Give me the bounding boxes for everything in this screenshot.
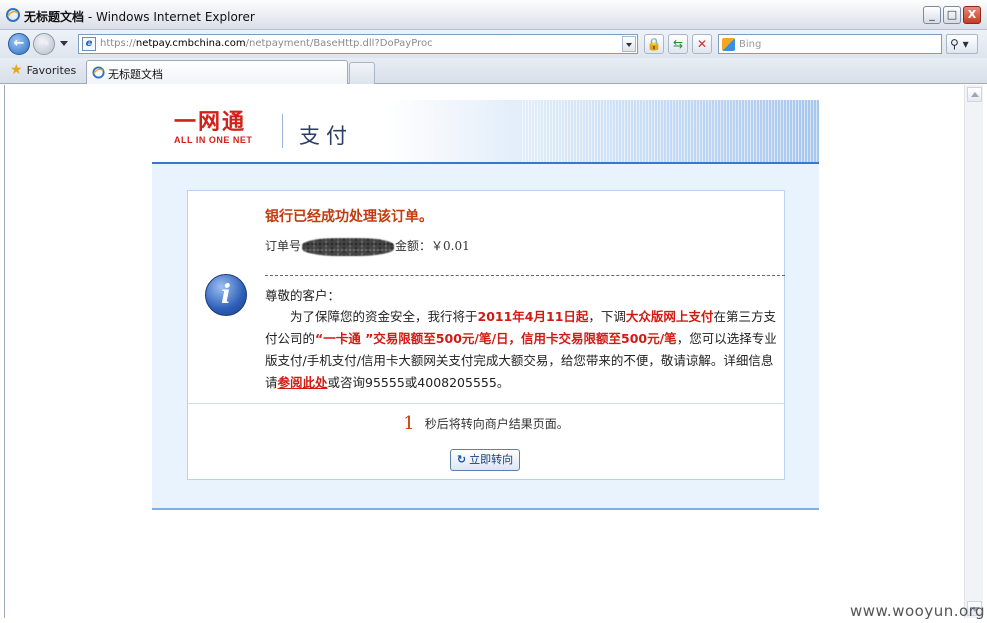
notice-text: 为了保障您的资金安全，我行将于2011年4月11日起，下调大众版网上支付在第三方… [265,306,783,394]
notice-p5: 或咨询95555或4008205555。 [327,375,510,390]
forward-button[interactable]: → [33,33,55,55]
logo-cn: 一网通 [174,110,247,135]
address-bar[interactable]: e https://netpay.cmbchina.com/netpayment… [78,34,638,54]
tab-bar: ★ Favorites 无标题文档 [0,58,987,84]
history-dropdown[interactable] [60,41,68,46]
favorites-button[interactable]: ★ Favorites [10,63,76,77]
tab-label: 无标题文档 [108,68,163,81]
new-tab-button[interactable] [349,62,375,84]
notice-p1: 为了保障您的资金安全，我行将于 [290,309,478,324]
message-box: i 银行已经成功处理该订单。 订单号 金额：￥0.01 尊敬的客户： 为了保障您的… [187,190,785,480]
redirect-now-button[interactable]: ↻ 立即转向 [450,449,520,471]
search-placeholder: Bing [739,39,762,50]
tab-active[interactable]: 无标题文档 [86,60,348,84]
favorites-label: Favorites [26,63,77,77]
navigation-bar: ← → e https://netpay.cmbchina.com/netpay… [0,30,987,58]
window-controls: _ □ X [923,6,981,24]
maximize-button[interactable]: □ [943,6,961,24]
greeting: 尊敬的客户： [265,288,341,303]
close-button[interactable]: X [963,6,981,24]
notice-limits: “一卡通 ”交易限额至500元/笔/日，信用卡交易限额至500元/笔 [315,331,677,346]
notice-p2: ，下调 [588,309,626,324]
all-in-one-net-logo: 一网通 ALL IN ONE NET [174,112,270,146]
stop-icon[interactable]: ✕ [692,34,712,54]
redirect-button-label: 立即转向 [469,453,514,466]
notice-date: 2011年4月11日起 [477,309,589,324]
dashed-divider [265,275,785,276]
window-title-app: - Windows Internet Explorer [84,10,255,24]
redirect-countdown: 1 秒后将转向商户结果页面。 [188,413,784,434]
search-icon: ⚲ ▾ [950,37,969,51]
payment-result-card: 一网通 ALL IN ONE NET 支付 i 银行已经成功处理该订单。 订单号… [152,100,819,510]
back-button[interactable]: ← [8,33,30,55]
star-icon: ★ [10,62,23,78]
bottom-rule [152,508,819,510]
bing-icon [722,38,735,51]
ie-icon [92,66,105,79]
logo-en: ALL IN ONE NET [174,135,253,145]
section-divider [188,403,784,404]
details-link[interactable]: 参阅此处 [278,375,328,390]
window-title: 无标题文档 - Windows Internet Explorer [24,8,255,25]
url-path: /netpayment/BaseHttp.dll?DoPayProc [245,38,433,49]
window-title-bar: 无标题文档 - Windows Internet Explorer _ □ X [0,0,987,30]
watermark: www.wooyun.org [850,602,986,620]
back-arrow-icon: ← [13,36,25,51]
banner-divider [282,114,283,148]
search-button[interactable]: ⚲ ▾ [946,34,978,54]
success-message: 银行已经成功处理该订单。 [265,209,433,225]
window-title-doc: 无标题文档 [24,10,85,24]
refresh-icon[interactable]: ⇆ [668,34,688,54]
url-prefix: https:// [100,38,136,49]
forward-arrow-icon: → [38,36,50,51]
search-box[interactable]: Bing [718,34,942,54]
countdown-number: 1 [403,413,415,434]
redirect-arrow-icon: ↻ [456,453,467,466]
vertical-scrollbar[interactable] [964,85,983,618]
address-dropdown-button[interactable] [622,36,636,52]
page-favicon: e [82,37,96,51]
ie-icon [6,8,20,22]
scroll-up-arrow[interactable] [967,87,982,102]
banner-stripes [522,100,819,162]
url-host: netpay.cmbchina.com [135,38,246,49]
address-url[interactable]: https://netpay.cmbchina.com/netpayment/B… [100,38,433,49]
notice-channel: 大众版网上支付 [625,309,714,324]
redacted-order-number [302,237,395,256]
order-line: 订单号 金额：￥0.01 [265,237,470,256]
lock-icon[interactable]: 🔒 [644,34,664,54]
countdown-text: 秒后将转向商户结果页面。 [424,417,569,431]
banner-title: 支付 [299,124,353,148]
info-icon: i [205,274,247,316]
order-label: 订单号 [265,239,302,253]
amount-text: 金额：￥0.01 [395,239,470,253]
minimize-button[interactable]: _ [923,6,941,24]
